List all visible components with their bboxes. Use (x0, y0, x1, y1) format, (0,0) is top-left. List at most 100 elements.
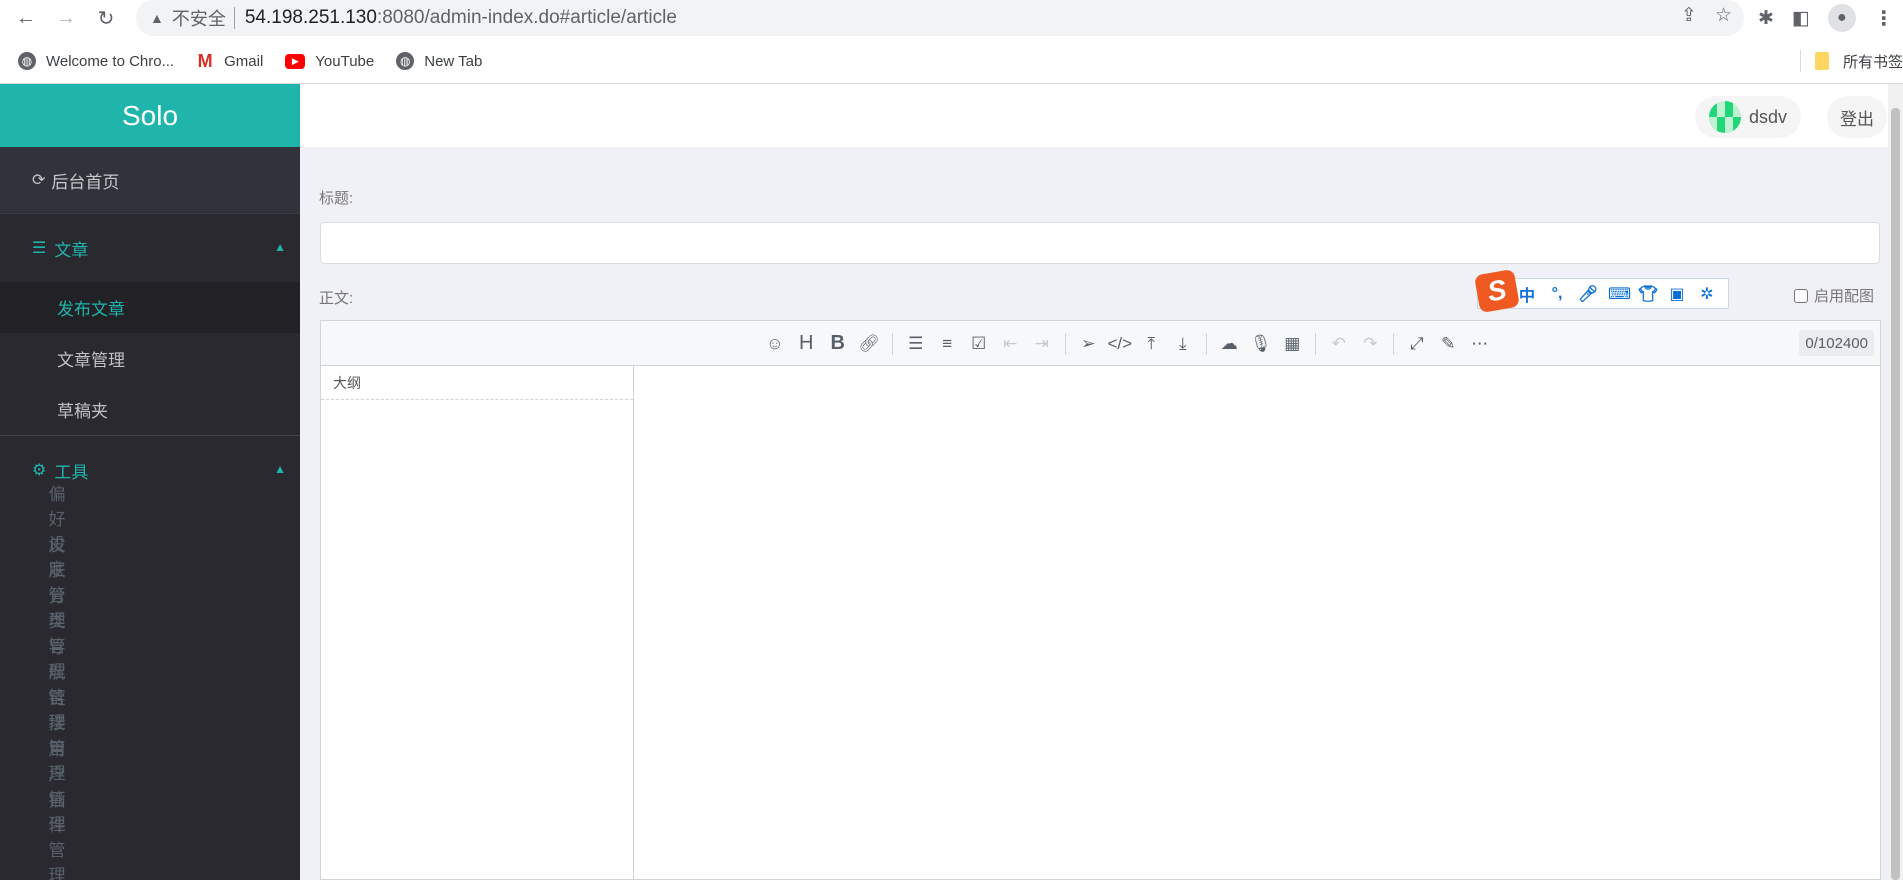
extensions-icon[interactable]: ✱ (1758, 7, 1774, 30)
microphone-icon[interactable]: 🎤︎ (1578, 284, 1598, 304)
ime-toolbar[interactable]: S 中 °, 🎤︎ ⌨ 👕︎ ▣ ✲ (1474, 268, 1729, 314)
sidebar-group-label: 工具 (54, 462, 89, 482)
link-icon[interactable]: 🔗︎ (854, 330, 886, 358)
insert-before-icon[interactable]: ⤒ (1136, 330, 1168, 358)
refresh-icon: ⟳ (32, 172, 46, 189)
body-label: 正文: (319, 290, 354, 307)
heading-icon[interactable]: H (791, 330, 823, 358)
code-icon[interactable]: </> (1104, 330, 1136, 358)
ime-punctuation[interactable]: °, (1548, 285, 1566, 303)
separator (1393, 332, 1394, 355)
bold-icon[interactable]: B (822, 330, 854, 358)
upload-icon[interactable]: ☁ (1214, 330, 1246, 358)
ime-chinese-mode[interactable]: 中 (1518, 282, 1536, 306)
unordered-list-icon[interactable]: ☰ (900, 330, 932, 358)
all-bookmarks[interactable]: 所有书签 (1799, 42, 1903, 80)
sidebar-item-publish-article[interactable]: 发布文章 (0, 282, 300, 333)
user-menu[interactable]: dsdv (1695, 96, 1802, 138)
emoji-icon[interactable]: ☺ (759, 330, 791, 358)
separator (892, 332, 893, 355)
record-icon[interactable]: 🎙︎ (1245, 330, 1277, 358)
all-bookmarks-label: 所有书签 (1842, 53, 1903, 71)
indent-icon[interactable]: ⇥ (1026, 330, 1058, 358)
quote-icon[interactable]: ➢ (1073, 330, 1105, 358)
url-path: :8080/admin-index.do#article/article (376, 7, 677, 28)
markdown-editor: ☺ H B 🔗︎ ☰ ≡ ☑ ⇤ ⇥ ➢ </> ⤒ ⤓ ☁ 🎙︎ ▦ ↶ ↷ … (320, 320, 1881, 880)
side-panel-icon[interactable]: ◧ (1792, 7, 1810, 30)
back-button[interactable]: ← (12, 4, 40, 32)
apps-grid-icon[interactable]: ▣ (1668, 284, 1686, 304)
warning-icon: ▲ (150, 10, 164, 26)
bookmark-star-icon[interactable]: ☆ (1715, 4, 1732, 27)
character-counter: 0/102400 (1799, 330, 1874, 356)
gear-icon: ⚙ (32, 462, 47, 479)
keyboard-icon[interactable]: ⌨ (1608, 284, 1631, 304)
enable-image-label: 启用配图 (1814, 288, 1875, 305)
app-header: dsdv 登出 (300, 84, 1888, 147)
bookmark-label: New Tab (424, 52, 483, 70)
profile-avatar-icon[interactable]: ● (1827, 4, 1856, 32)
sidebar-item-drafts[interactable]: 草稿夹 (0, 384, 300, 435)
bookmark-label: Welcome to Chro... (46, 52, 175, 70)
fullscreen-icon[interactable]: ⤢ (1401, 330, 1433, 358)
scrollbar-thumb[interactable] (1891, 108, 1900, 880)
bookmark-item[interactable]: ▶ YouTube (285, 53, 374, 70)
outdent-icon[interactable]: ⇤ (995, 330, 1027, 358)
bookmark-label: YouTube (315, 52, 375, 70)
sidebar-item-home[interactable]: ⟳ 后台首页 (0, 147, 300, 214)
outline-panel: 大纲 (321, 366, 634, 880)
more-icon[interactable]: ⋯ (1464, 330, 1496, 358)
sogou-logo-icon[interactable]: S (1474, 268, 1520, 314)
globe-icon: ◍ (18, 52, 36, 70)
address-bar[interactable]: ▲ 不安全 54.198.251.130:8080/admin-index.do… (136, 0, 1744, 36)
bookmark-item[interactable]: M Gmail (196, 50, 264, 71)
bookmark-item[interactable]: ◍ Welcome to Chro... (18, 52, 174, 70)
separator (1315, 332, 1316, 355)
sidebar-item-label: 后台首页 (51, 172, 120, 192)
separator (1799, 50, 1801, 72)
chevron-up-icon: ▲ (274, 462, 286, 476)
ordered-list-icon[interactable]: ≡ (932, 330, 964, 358)
youtube-icon: ▶ (285, 53, 306, 69)
globe-icon: ◍ (396, 52, 415, 70)
share-icon[interactable]: ⇪ (1681, 4, 1697, 27)
sidebar-item-plugins[interactable]: 插件管理 (0, 791, 66, 880)
folder-icon (1814, 52, 1829, 70)
reload-button[interactable]: ↻ (92, 4, 120, 32)
title-label: 标题: (319, 190, 354, 207)
menu-kebab-icon[interactable]: ⋮ (1874, 6, 1894, 31)
sidebar-item-article-manage[interactable]: 文章管理 (0, 333, 300, 384)
bookmark-label: Gmail (224, 52, 264, 70)
table-icon[interactable]: ▦ (1277, 330, 1309, 358)
sidebar-group-tools[interactable]: ⚙ 工具 ▲ (0, 436, 300, 504)
bookmark-item[interactable]: ◍ New Tab (396, 52, 482, 70)
title-input[interactable] (320, 222, 1880, 264)
editor-content[interactable] (635, 366, 1880, 879)
separator (233, 7, 235, 29)
edit-mode-icon[interactable]: ✎ (1433, 330, 1465, 358)
gmail-icon: M (197, 50, 213, 71)
separator (1205, 332, 1207, 355)
redo-icon[interactable]: ↷ (1355, 330, 1387, 358)
separator (1064, 332, 1066, 355)
sidebar-group-article[interactable]: ☰ 文章 ▲ (0, 214, 300, 282)
skin-shirt-icon[interactable]: 👕︎ (1638, 284, 1658, 304)
undo-icon[interactable]: ↶ (1323, 330, 1355, 358)
app-logo[interactable]: Solo (0, 84, 300, 147)
checkbox[interactable] (1794, 288, 1808, 303)
page-scrollbar[interactable] (1888, 84, 1903, 880)
logout-button[interactable]: 登出 (1827, 96, 1887, 138)
main-content: 标题: 正文: 启用配图 ☺ H B 🔗︎ ☰ ≡ ☑ ⇤ ⇥ ➢ </> ⤒ … (300, 147, 1888, 880)
url-host: 54.198.251.130 (244, 7, 377, 28)
sidebar-group-label: 文章 (54, 240, 89, 260)
insecure-label: 不安全 (171, 9, 226, 29)
browser-toolbar: ← → ↻ ▲ 不安全 54.198.251.130:8080/admin-in… (0, 0, 1903, 36)
forward-button[interactable]: → (52, 4, 80, 32)
bookmarks-bar: ◍ Welcome to Chro... M Gmail ▶ YouTube ◍… (0, 42, 1903, 80)
insert-after-icon[interactable]: ⤓ (1167, 330, 1199, 358)
enable-image-checkbox[interactable]: 启用配图 (1794, 285, 1874, 306)
chevron-up-icon: ▲ (274, 240, 286, 254)
settings-icon[interactable]: ✲ (1698, 284, 1716, 304)
checklist-icon[interactable]: ☑ (963, 330, 995, 358)
username: dsdv (1749, 106, 1788, 127)
